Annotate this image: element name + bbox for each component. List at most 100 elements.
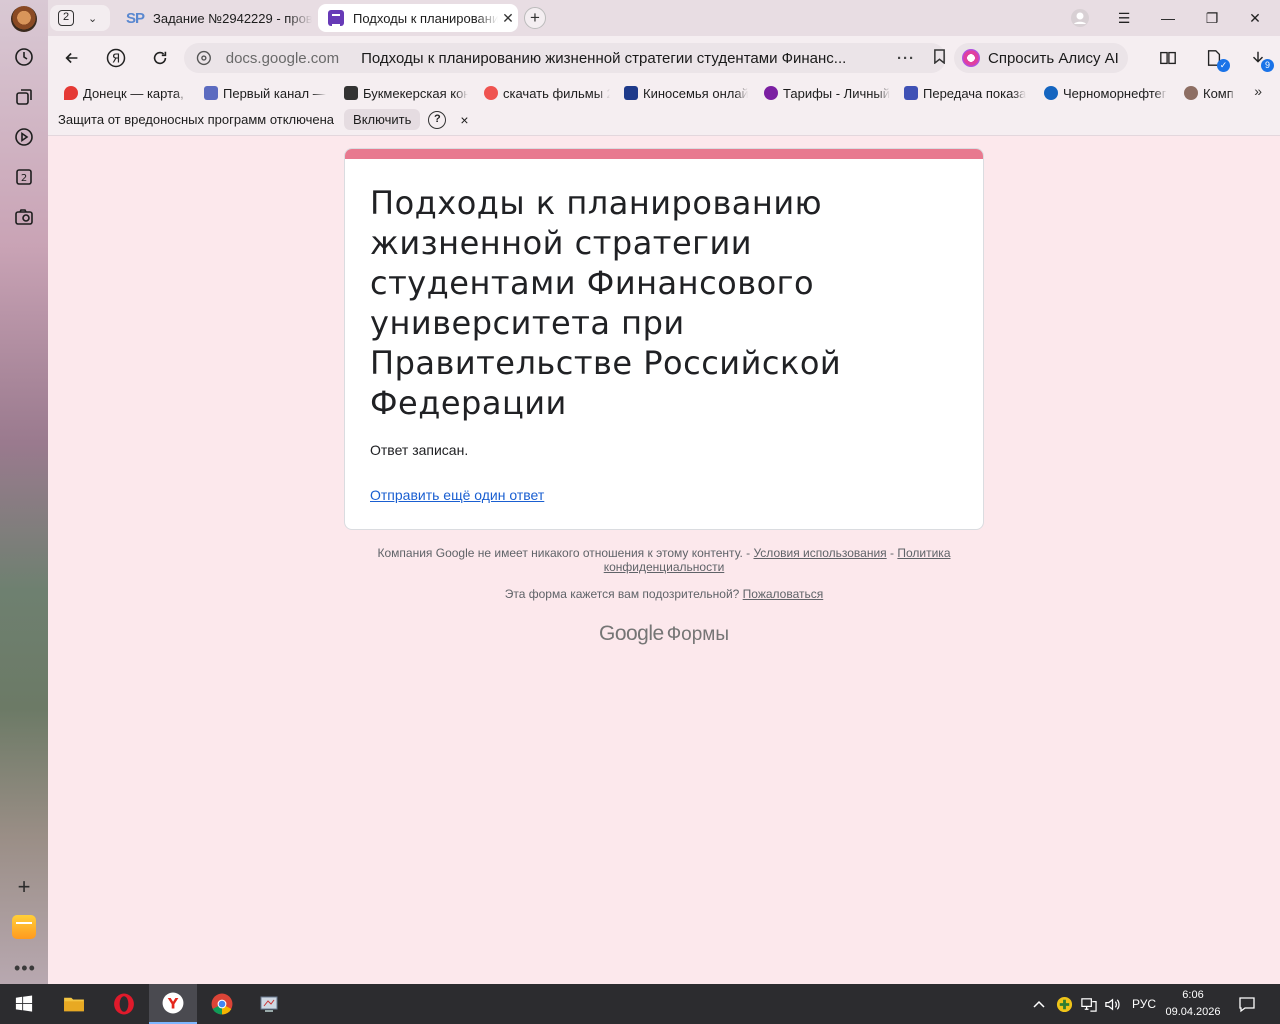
close-tab-icon[interactable]: ✕: [498, 10, 518, 27]
file-explorer-icon[interactable]: [50, 984, 98, 1024]
bookmark-item[interactable]: Черноморнефтег: [1044, 84, 1170, 102]
reload-icon[interactable]: [148, 46, 172, 70]
more-dots-icon[interactable]: •••: [14, 958, 36, 979]
address-row: Я docs.google.com Подходы к планированию…: [48, 36, 1280, 80]
mail-icon[interactable]: [12, 915, 36, 939]
extension-icon[interactable]: ✓: [1202, 46, 1230, 72]
tab-title: Подходы к планированию: [353, 10, 498, 26]
bookmark-item[interactable]: Передача показа: [904, 84, 1030, 102]
bookmark-item[interactable]: Донецк — карта, с: [64, 84, 188, 102]
yandex-logo-icon[interactable]: Я: [104, 46, 128, 70]
bookmarks-overflow-icon[interactable]: »: [1254, 83, 1262, 99]
tab-counter-button[interactable]: 2 ⌄: [50, 5, 110, 31]
windows-start-icon[interactable]: [0, 984, 48, 1024]
menu-hamburger-icon[interactable]: ☰: [1112, 6, 1136, 30]
terms-link[interactable]: Условия использования: [753, 546, 886, 560]
address-bar[interactable]: docs.google.com Подходы к планированию ж…: [184, 43, 946, 73]
notifications-icon[interactable]: [1238, 984, 1256, 1024]
form-title: Подходы к планированию жизненной стратег…: [370, 184, 842, 422]
help-icon[interactable]: ?: [428, 110, 447, 129]
system-clock[interactable]: 6:06 09.04.2026: [1160, 987, 1226, 1021]
history-icon[interactable]: [12, 45, 36, 69]
bookmark-item[interactable]: скачать фильмы 2: [484, 84, 610, 102]
tab-task[interactable]: SP Задание №2942229 - проверка: [126, 4, 312, 32]
windows-taskbar: Y РУС 6:06 09.04.2026: [0, 984, 1280, 1024]
clock-time: 6:06: [1182, 989, 1204, 1001]
minimize-icon[interactable]: —: [1156, 6, 1180, 30]
close-infobar-icon[interactable]: ×: [460, 112, 468, 128]
google-forms-logo[interactable]: Google Формы: [344, 622, 984, 646]
ask-alice-button[interactable]: Спросить Алису AI: [954, 43, 1128, 73]
bookmark-item[interactable]: Киносемья онлай: [624, 84, 748, 102]
account-icon[interactable]: [1068, 6, 1092, 30]
alice-icon: [962, 49, 980, 67]
url-page-title: Подходы к планированию жизненной стратег…: [361, 49, 847, 67]
tariff-icon: [764, 86, 778, 100]
bookmark-item[interactable]: Букмекерская кон: [344, 84, 468, 102]
separator: -: [886, 546, 898, 560]
tab-strip: 2 ⌄ SP Задание №2942229 - проверка Подхо…: [48, 0, 1280, 36]
map-pin-icon: [64, 86, 78, 100]
bookmark-item[interactable]: Тарифы - Личный: [764, 84, 890, 102]
svg-text:Я: Я: [112, 52, 120, 66]
brand-forms: Формы: [666, 624, 730, 645]
collections-icon[interactable]: [12, 85, 36, 109]
bookmark-icon[interactable]: [933, 48, 946, 68]
card-accent-bar: [345, 149, 983, 159]
monitor-icon: [624, 86, 638, 100]
back-arrow-icon[interactable]: [60, 46, 84, 70]
tab-favicon: SP: [126, 9, 145, 27]
language-indicator[interactable]: РУС: [1132, 984, 1156, 1024]
bookmaker-icon: [344, 86, 358, 100]
screenshot-camera-icon[interactable]: [12, 205, 36, 229]
tabs-counter-icon[interactable]: 2: [12, 165, 36, 189]
disclaimer-text: Компания Google не имеет никакого отноше…: [377, 546, 754, 560]
meter-icon: [904, 86, 918, 100]
restore-icon[interactable]: ❐: [1200, 6, 1224, 30]
downloads-icon[interactable]: 9: [1246, 46, 1274, 72]
submit-another-response-link[interactable]: Отправить ещё один ответ: [370, 487, 544, 503]
opera-browser-icon[interactable]: [100, 984, 148, 1024]
bookmark-item[interactable]: Комп: [1184, 84, 1236, 102]
globe-icon: [1184, 86, 1198, 100]
downloads-badge: 9: [1261, 59, 1274, 72]
response-recorded-text: Ответ записан.: [370, 442, 469, 458]
url-host: docs.google.com: [225, 49, 340, 67]
clock-date: 09.04.2026: [1165, 1006, 1221, 1018]
site-info-icon[interactable]: [196, 50, 212, 66]
chrome-icon[interactable]: [198, 984, 246, 1024]
new-tab-button[interactable]: +: [524, 7, 546, 29]
tray-overflow-icon[interactable]: [1032, 984, 1046, 1024]
bookmark-item[interactable]: Первый канал — с: [204, 84, 326, 102]
tv-icon: [204, 86, 218, 100]
remote-app-icon[interactable]: [245, 984, 293, 1024]
reader-icon[interactable]: [1156, 46, 1180, 70]
infobar-message: Защита от вредоносных программ отключена: [58, 112, 335, 127]
more-options-icon[interactable]: ···: [897, 50, 915, 67]
yandex-icon: [484, 86, 498, 100]
security-infobar: Защита от вредоносных программ отключена…: [48, 104, 1280, 136]
browser-sidebar: 2 + •••: [0, 0, 48, 984]
video-play-icon[interactable]: [12, 125, 36, 149]
security-tray-icon[interactable]: [1056, 984, 1073, 1024]
brand-google: Google: [598, 622, 664, 645]
bookmarks-bar: Донецк — карта, с Первый канал — с Букме…: [48, 80, 1280, 104]
tab-title: Задание №2942229 - проверка: [153, 10, 312, 26]
enable-protection-button[interactable]: Включить: [344, 109, 421, 130]
report-link[interactable]: Пожаловаться: [743, 587, 824, 601]
form-confirmation-card: Подходы к планированию жизненной стратег…: [344, 148, 984, 530]
tab-count: 2: [58, 10, 74, 26]
svg-text:Y: Y: [167, 997, 179, 1013]
forms-footer: Компания Google не имеет никакого отноше…: [344, 546, 984, 574]
chevron-down-icon: ⌄: [88, 12, 98, 25]
check-badge-icon: ✓: [1217, 59, 1230, 72]
alice-label: Спросить Алису AI: [988, 49, 1119, 67]
add-panel-icon[interactable]: +: [14, 876, 34, 898]
profile-avatar[interactable]: [11, 6, 37, 32]
close-window-icon[interactable]: ✕: [1243, 6, 1267, 30]
network-icon[interactable]: [1080, 984, 1097, 1024]
yandex-browser-taskbar-icon[interactable]: Y: [149, 984, 197, 1024]
volume-icon[interactable]: [1104, 984, 1121, 1024]
google-forms-icon: [328, 10, 344, 26]
tab-forms-active[interactable]: Подходы к планированию ✕: [318, 4, 518, 32]
